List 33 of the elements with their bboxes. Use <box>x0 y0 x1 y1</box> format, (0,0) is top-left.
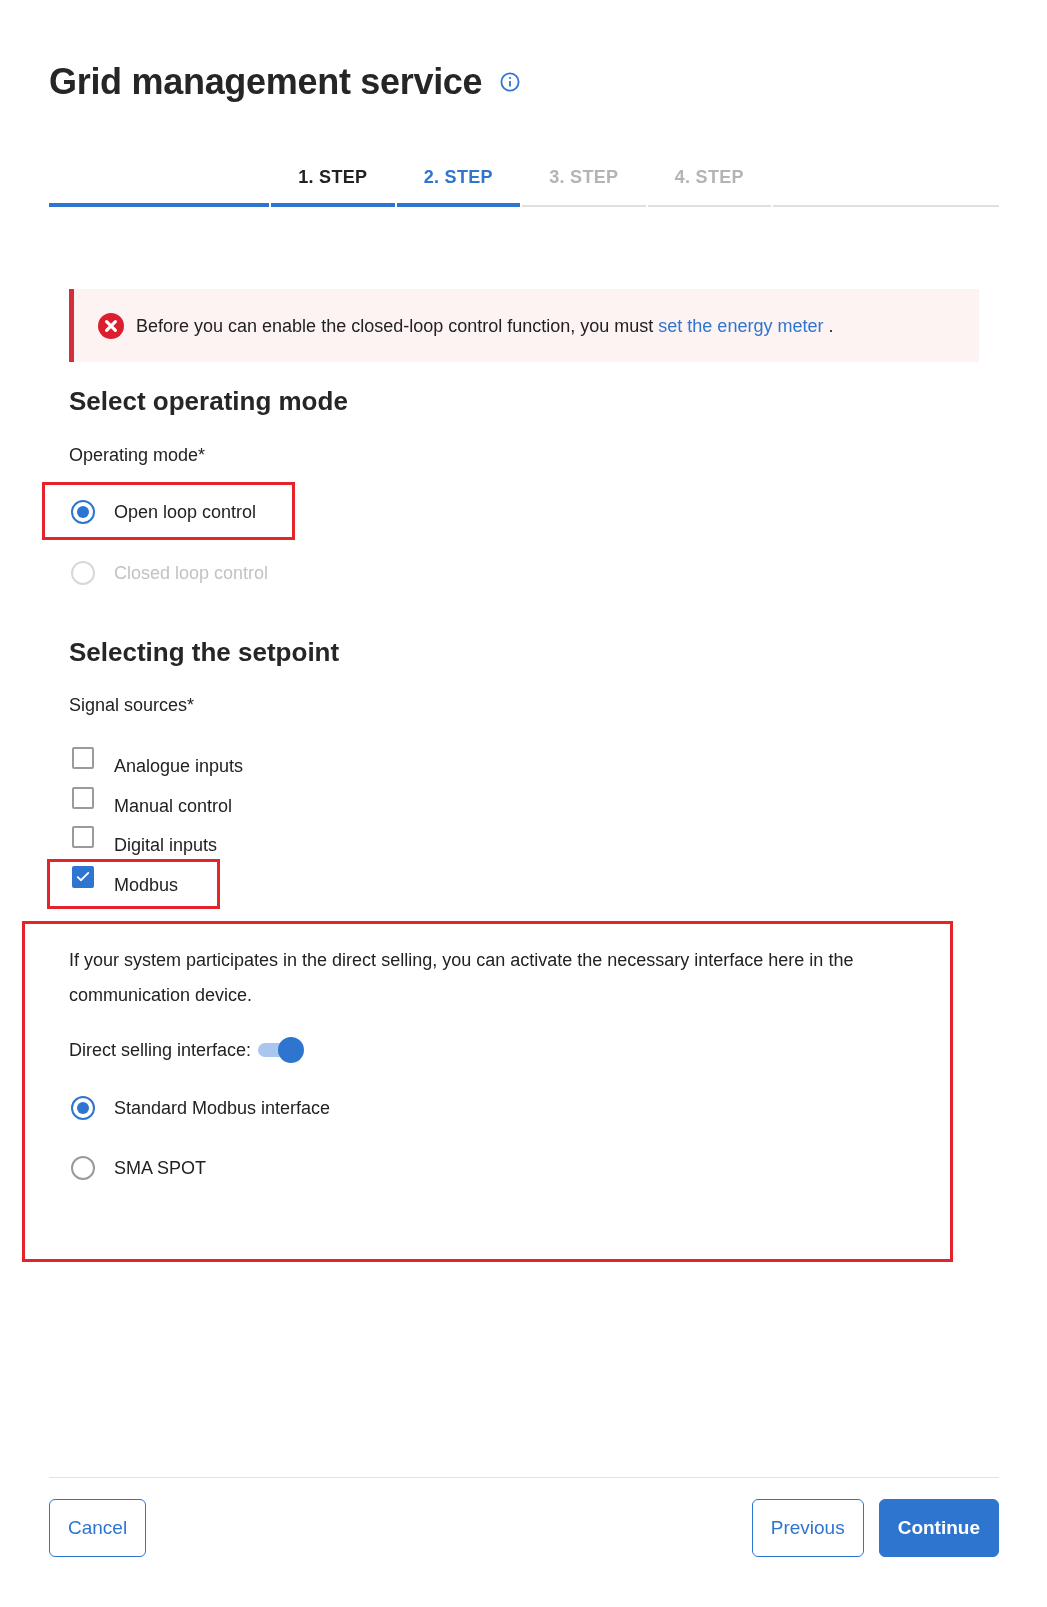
step-tab[interactable]: 1. STEP <box>271 160 395 207</box>
radio-button[interactable] <box>71 1096 95 1120</box>
checkbox[interactable] <box>72 826 94 848</box>
radio-label[interactable]: Standard Modbus interface <box>114 1096 331 1120</box>
radio-label: Closed loop control <box>114 562 269 585</box>
radio-button[interactable] <box>71 500 95 524</box>
checkbox-label[interactable]: Digital inputs <box>114 833 218 857</box>
step-tab[interactable]: 2. STEP <box>396 160 520 207</box>
radio-button[interactable] <box>71 1156 95 1180</box>
radio-label[interactable]: Open loop control <box>114 500 257 524</box>
checkbox-label[interactable]: Modbus <box>114 872 179 897</box>
info-icon[interactable] <box>500 72 521 92</box>
checkbox-label[interactable]: Analogue inputs <box>114 754 244 778</box>
toggle-switch[interactable] <box>258 1037 305 1063</box>
previous-button[interactable]: Previous <box>751 1499 864 1557</box>
page-title: Grid management service <box>49 60 483 104</box>
check-icon <box>76 871 90 882</box>
cancel-button[interactable]: Cancel <box>49 1499 147 1557</box>
field-label: Operating mode* <box>69 444 207 467</box>
section-heading: Select operating mode <box>69 385 349 418</box>
radio-label[interactable]: SMA SPOT <box>114 1156 207 1180</box>
energy-meter-link[interactable]: set the energy meter <box>658 315 824 336</box>
section-heading: Selecting the setpoint <box>69 636 341 669</box>
direct-selling-description: If your system participates in the direct selling, you can activate the necessary interface here in the communication device. <box>69 948 855 1007</box>
continue-button[interactable]: Continue <box>878 1499 999 1557</box>
alert-message: Before you can enable the closed-loop control function, you must set the energy meter . <box>136 314 834 338</box>
field-label: Signal sources* <box>69 694 196 717</box>
error-icon <box>98 312 124 339</box>
checkbox[interactable] <box>72 786 94 809</box>
checkbox[interactable] <box>72 865 94 888</box>
checkbox-label[interactable]: Manual control <box>114 793 233 818</box>
checkbox[interactable] <box>72 747 94 769</box>
toggle-label: Direct selling interface: <box>69 1039 252 1062</box>
